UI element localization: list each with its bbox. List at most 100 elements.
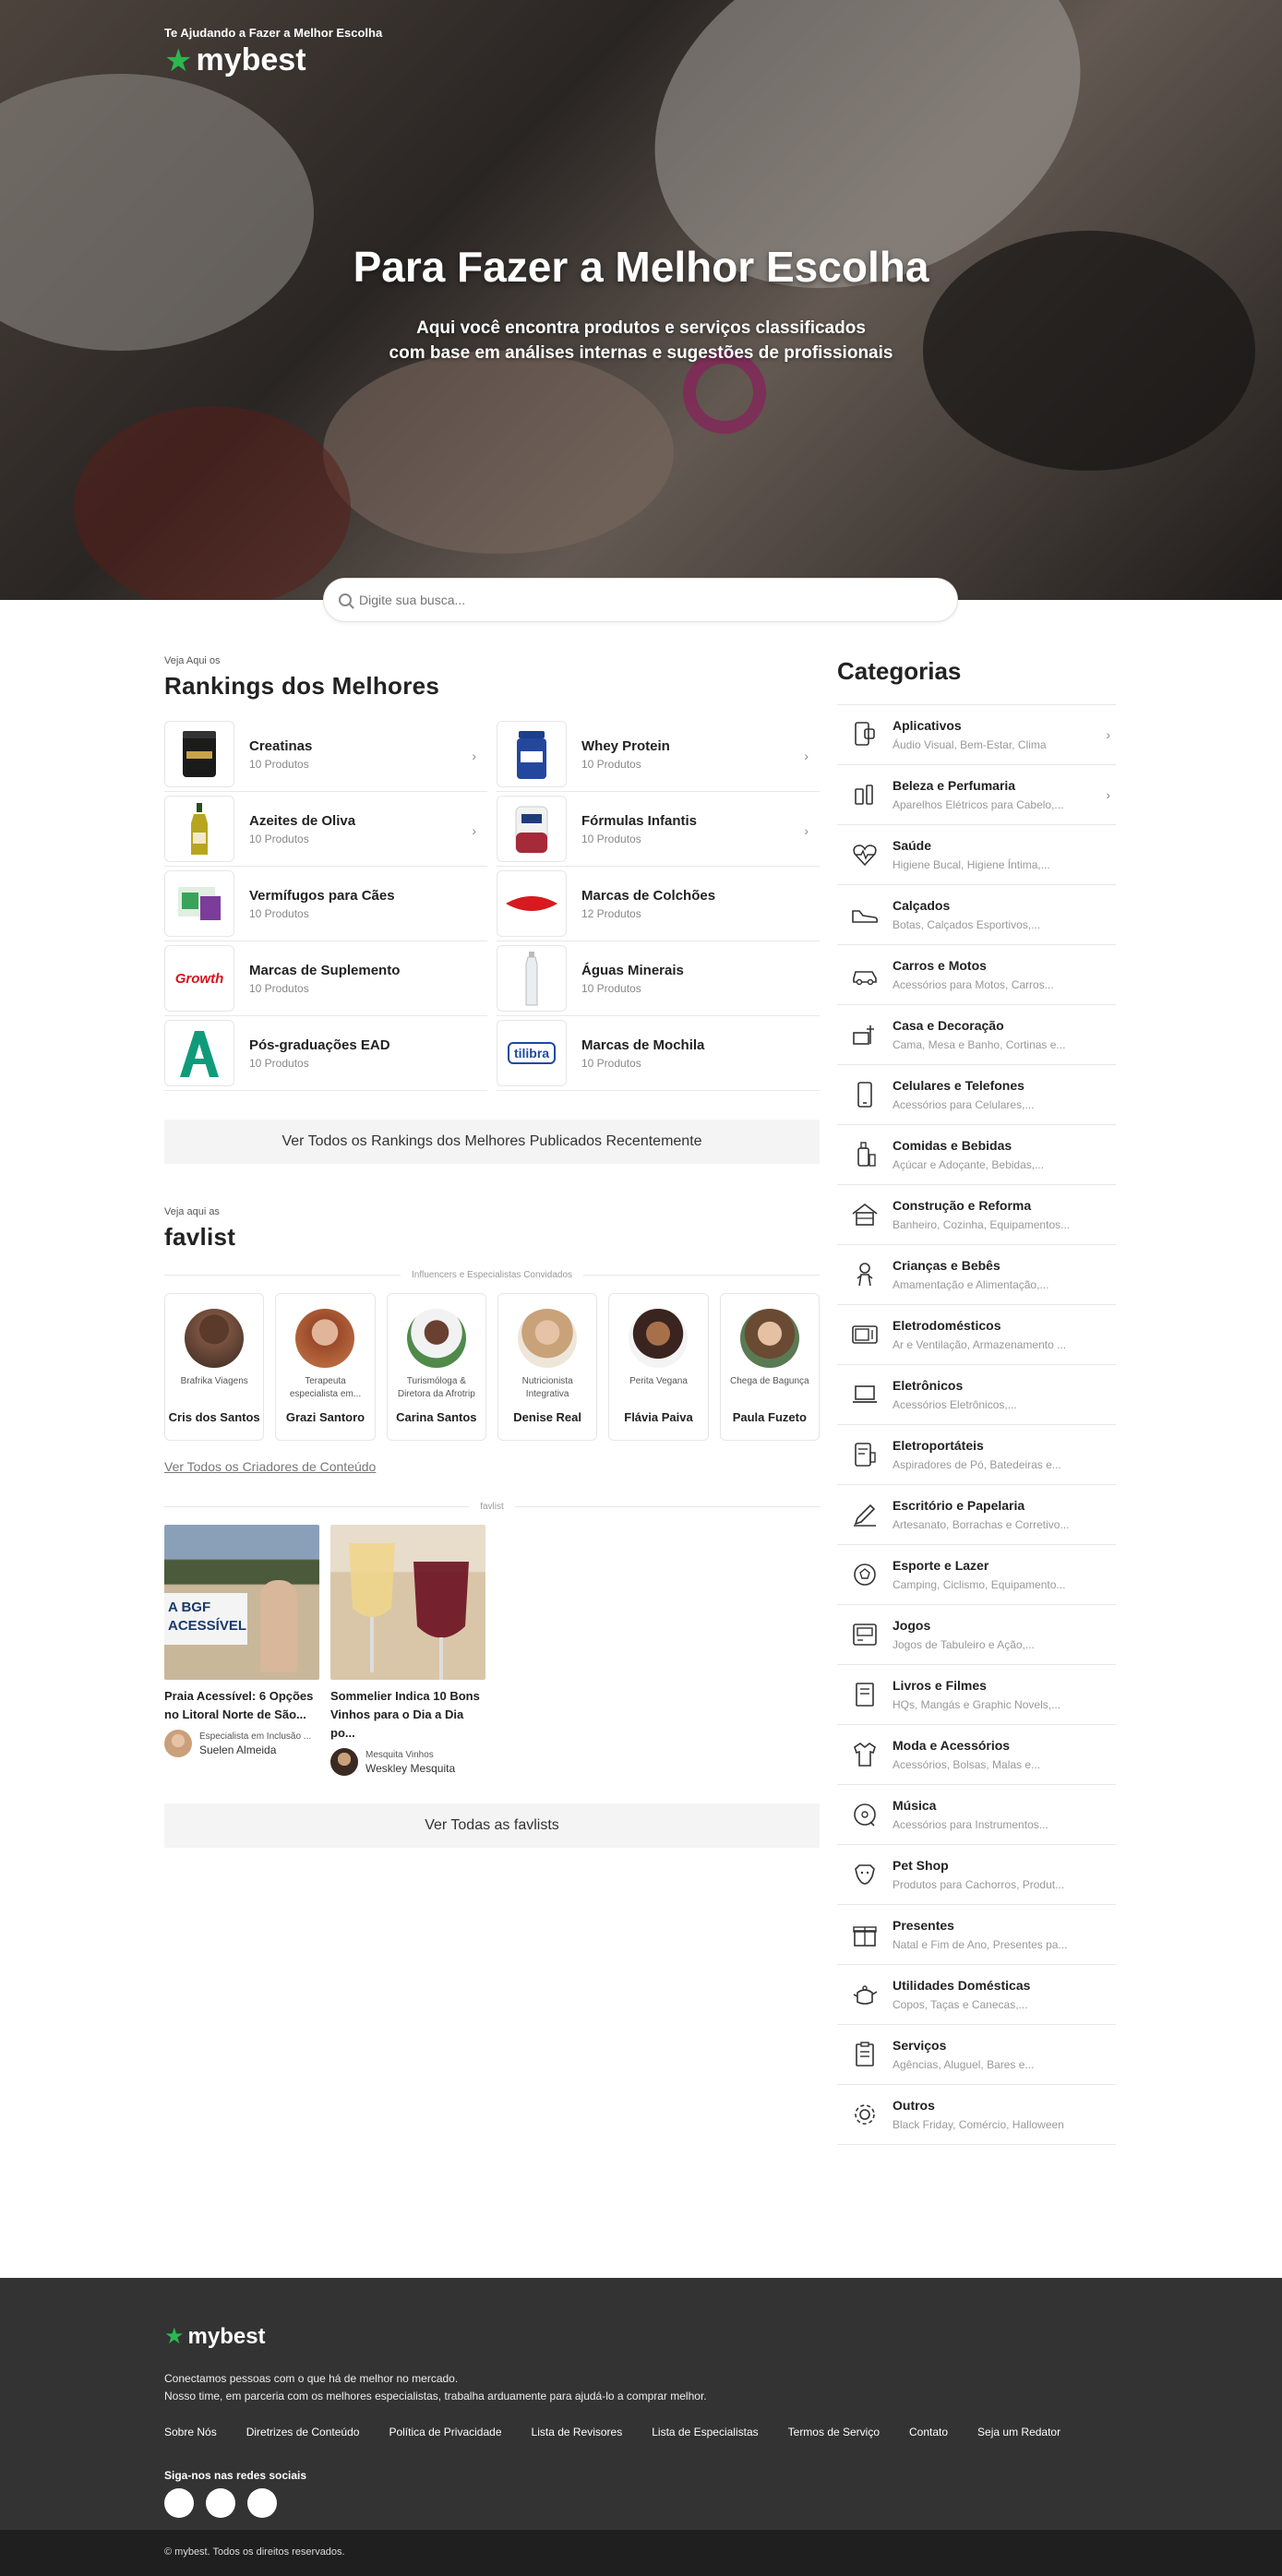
author-name: Weskley Mesquita (365, 1761, 456, 1775)
view-all-creators-link[interactable]: Ver Todos os Criadores de Conteúdo (164, 1459, 820, 1474)
category-item[interactable]: Serviços Agências, Aluguel, Bares e... (837, 2025, 1116, 2085)
category-item[interactable]: Casa e Decoração Cama, Mesa e Banho, Cort… (837, 1005, 1116, 1065)
category-item[interactable]: Música Acessórios para Instrumentos... (837, 1785, 1116, 1845)
category-name: Livros e Filmes (893, 1678, 987, 1693)
category-item[interactable]: Eletroportáteis Aspiradores de Pó, Batede… (837, 1425, 1116, 1485)
view-all-favlists-button[interactable]: Ver Todas as favlists (164, 1803, 820, 1848)
influencer-name: Paula Fuzeto (732, 1410, 807, 1424)
category-item[interactable]: Celulares e Telefones Acessórios para Cel… (837, 1065, 1116, 1125)
category-name: Escritório e Papelaria (893, 1498, 1025, 1513)
category-subcategories: Natal e Fim de Ano, Presentes pa... (893, 1938, 1068, 1951)
category-item[interactable]: Outros Black Friday, Comércio, Halloween (837, 2085, 1116, 2145)
laptop-icon (850, 1380, 880, 1409)
social-icon[interactable] (206, 2488, 235, 2518)
influencer-role: Nutricionista Integrativa (521, 1376, 573, 1399)
avatar (739, 1309, 799, 1368)
hero-banner: Te Ajudando a Fazer a Melhor Escolha ★ m… (0, 0, 1282, 600)
chevron-right-icon: › (804, 823, 809, 838)
influencer-card[interactable]: Perita Vegana Flávia Paiva (608, 1293, 709, 1441)
shirt-icon (850, 1740, 880, 1769)
influencer-card[interactable]: Turismóloga & Diretora da Afrotrip Carin… (386, 1293, 486, 1441)
mattress-brand-logo (497, 870, 567, 937)
footer-link-diretrizes[interactable]: Diretrizes de Conteúdo (246, 2426, 360, 2438)
influencer-card[interactable]: Brafrika Viagens Cris dos Santos (164, 1293, 265, 1441)
baby-icon (850, 1260, 880, 1289)
category-name: Comidas e Bebidas (893, 1138, 1012, 1153)
ranking-item-vermifugos[interactable]: Vermífugos para Cães 10 Produtos (164, 867, 487, 941)
footer-link-especialistas[interactable]: Lista de Especialistas (652, 2426, 758, 2438)
category-item[interactable]: Utilidades Domésticas Copos, Taças e Cane… (837, 1965, 1116, 2025)
infant-formula-product-image (497, 796, 567, 862)
category-subcategories: Acessórios para Motos, Carros... (893, 978, 1054, 991)
mybest-logo[interactable]: ★ mybest (164, 42, 306, 78)
category-item[interactable]: Eletrônicos Acessórios Eletrônicos,... (837, 1365, 1116, 1425)
search-bar[interactable] (323, 578, 958, 622)
favlist-card-title-line-1: Sommelier Indica 10 Bons (330, 1689, 480, 1703)
ranking-item-azeites[interactable]: Azeites de Oliva 10 Produtos › (164, 792, 487, 867)
category-subcategories: Agências, Aluguel, Bares e... (893, 2058, 1035, 2071)
footer-link-privacidade[interactable]: Política de Privacidade (389, 2426, 501, 2438)
category-subcategories: Botas, Calçados Esportivos,... (893, 918, 1041, 931)
ranking-item-colchoes[interactable]: Marcas de Colchões 12 Produtos (497, 867, 820, 941)
influencer-name: Flávia Paiva (624, 1410, 693, 1424)
category-name: Crianças e Bebês (893, 1258, 1000, 1273)
ranking-item-aguas[interactable]: Águas Minerais 10 Produtos (497, 941, 820, 1016)
ead-logo (164, 1020, 234, 1086)
favlist-card-title-line-2: no Litoral Norte de São... (164, 1707, 306, 1721)
influencer-card[interactable]: Terapeuta especialista em... Grazi Santo… (275, 1293, 376, 1441)
ranking-item-whey[interactable]: Whey Protein 10 Produtos › (497, 717, 820, 792)
category-item[interactable]: Saúde Higiene Bucal, Higiene Íntima,... (837, 825, 1116, 885)
category-item[interactable]: Carros e Motos Acessórios para Motos, Car… (837, 945, 1116, 1005)
category-subcategories: Jogos de Tabuleiro e Ação,... (893, 1638, 1035, 1651)
footer-link-redator[interactable]: Seja um Redator (977, 2426, 1060, 2438)
footer-link-termos[interactable]: Termos de Serviço (788, 2426, 880, 2438)
home-decor-icon (850, 1020, 880, 1049)
ranking-name: Vermífugos para Cães (249, 887, 395, 904)
search-input[interactable] (359, 593, 942, 607)
category-subcategories: Aparelhos Elétricos para Cabelo,... (893, 798, 1064, 811)
category-item[interactable]: Aplicativos Áudio Visual, Bem-Estar, Clim… (837, 705, 1116, 765)
ranking-item-creatinas[interactable]: Creatinas 10 Produtos › (164, 717, 487, 792)
favlist-card[interactable]: Sommelier Indica 10 Bons Vinhos para o D… (330, 1525, 485, 1776)
footer-logo[interactable]: ★ mybest (164, 2324, 266, 2350)
social-icon[interactable] (164, 2488, 194, 2518)
category-item[interactable]: Pet Shop Produtos para Cachorros, Produt.… (837, 1845, 1116, 1905)
ranking-name: Águas Minerais (581, 962, 684, 978)
ranking-item-mochila[interactable]: tilibra Marcas de Mochila 10 Produtos (497, 1016, 820, 1091)
category-item[interactable]: Comidas e Bebidas Açúcar e Adoçante, Bebi… (837, 1125, 1116, 1185)
ranking-item-pos[interactable]: Pós-graduações EAD 10 Produtos (164, 1016, 487, 1091)
ranking-count: 10 Produtos (249, 832, 309, 845)
category-item[interactable]: Eletrodomésticos Ar e Ventilação, Armazen… (837, 1305, 1116, 1365)
category-item[interactable]: Crianças e Bebês Amamentação e Alimentaçã… (837, 1245, 1116, 1305)
pen-icon (850, 1500, 880, 1529)
ranking-name: Pós-graduações EAD (249, 1036, 390, 1053)
ranking-item-formulas[interactable]: Fórmulas Infantis 10 Produtos › (497, 792, 820, 867)
category-item[interactable]: Presentes Natal e Fim de Ano, Presentes p… (837, 1905, 1116, 1965)
footer-link-sobre[interactable]: Sobre Nós (164, 2426, 217, 2438)
category-item[interactable]: Moda e Acessórios Acessórios, Bolsas, Mal… (837, 1725, 1116, 1785)
social-icon[interactable] (247, 2488, 277, 2518)
ranking-count: 10 Produtos (581, 981, 641, 995)
category-item[interactable]: Calçados Botas, Calçados Esportivos,... (837, 885, 1116, 945)
favlist-card[interactable]: A BGF ACESSÍVEL Praia Acessível: 6 Opçõe… (164, 1525, 319, 1776)
influencer-card[interactable]: Chega de Bagunça Paula Fuzeto (719, 1293, 820, 1441)
ranking-item-suplemento[interactable]: Growth Marcas de Suplemento 10 Produtos (164, 941, 487, 1016)
avatar (164, 1730, 192, 1757)
hero-subtitle-line-1: Aqui você encontra produtos e serviços c… (416, 318, 866, 338)
category-item[interactable]: Construção e Reforma Banheiro, Cozinha, E… (837, 1185, 1116, 1245)
category-name: Beleza e Perfumaria (893, 778, 1016, 793)
footer-link-revisores[interactable]: Lista de Revisores (532, 2426, 623, 2438)
favlist-card-title: Praia Acessível: 6 Opções no Litoral Nor… (164, 1687, 319, 1724)
footer-description-line-1: Conectamos pessoas com o que há de melho… (164, 2372, 459, 2385)
category-item[interactable]: Beleza e Perfumaria Aparelhos Elétricos p… (837, 765, 1116, 825)
category-item[interactable]: Livros e Filmes HQs, Mangás e Graphic Nov… (837, 1665, 1116, 1725)
heart-pulse-icon (850, 840, 880, 869)
view-all-rankings-button[interactable]: Ver Todos os Rankings dos Melhores Publi… (164, 1120, 820, 1164)
influencer-card[interactable]: Nutricionista Integrativa Denise Real (497, 1293, 598, 1441)
category-item[interactable]: Jogos Jogos de Tabuleiro e Ação,... (837, 1605, 1116, 1665)
category-item[interactable]: Esporte e Lazer Camping, Ciclismo, Equipa… (837, 1545, 1116, 1605)
footer-link-contato[interactable]: Contato (909, 2426, 948, 2438)
favlist-divider: favlist (164, 1502, 820, 1512)
copyright-bar: © mybest. Todos os direitos reservados. (0, 2530, 1282, 2576)
category-item[interactable]: Escritório e Papelaria Artesanato, Borrac… (837, 1485, 1116, 1545)
